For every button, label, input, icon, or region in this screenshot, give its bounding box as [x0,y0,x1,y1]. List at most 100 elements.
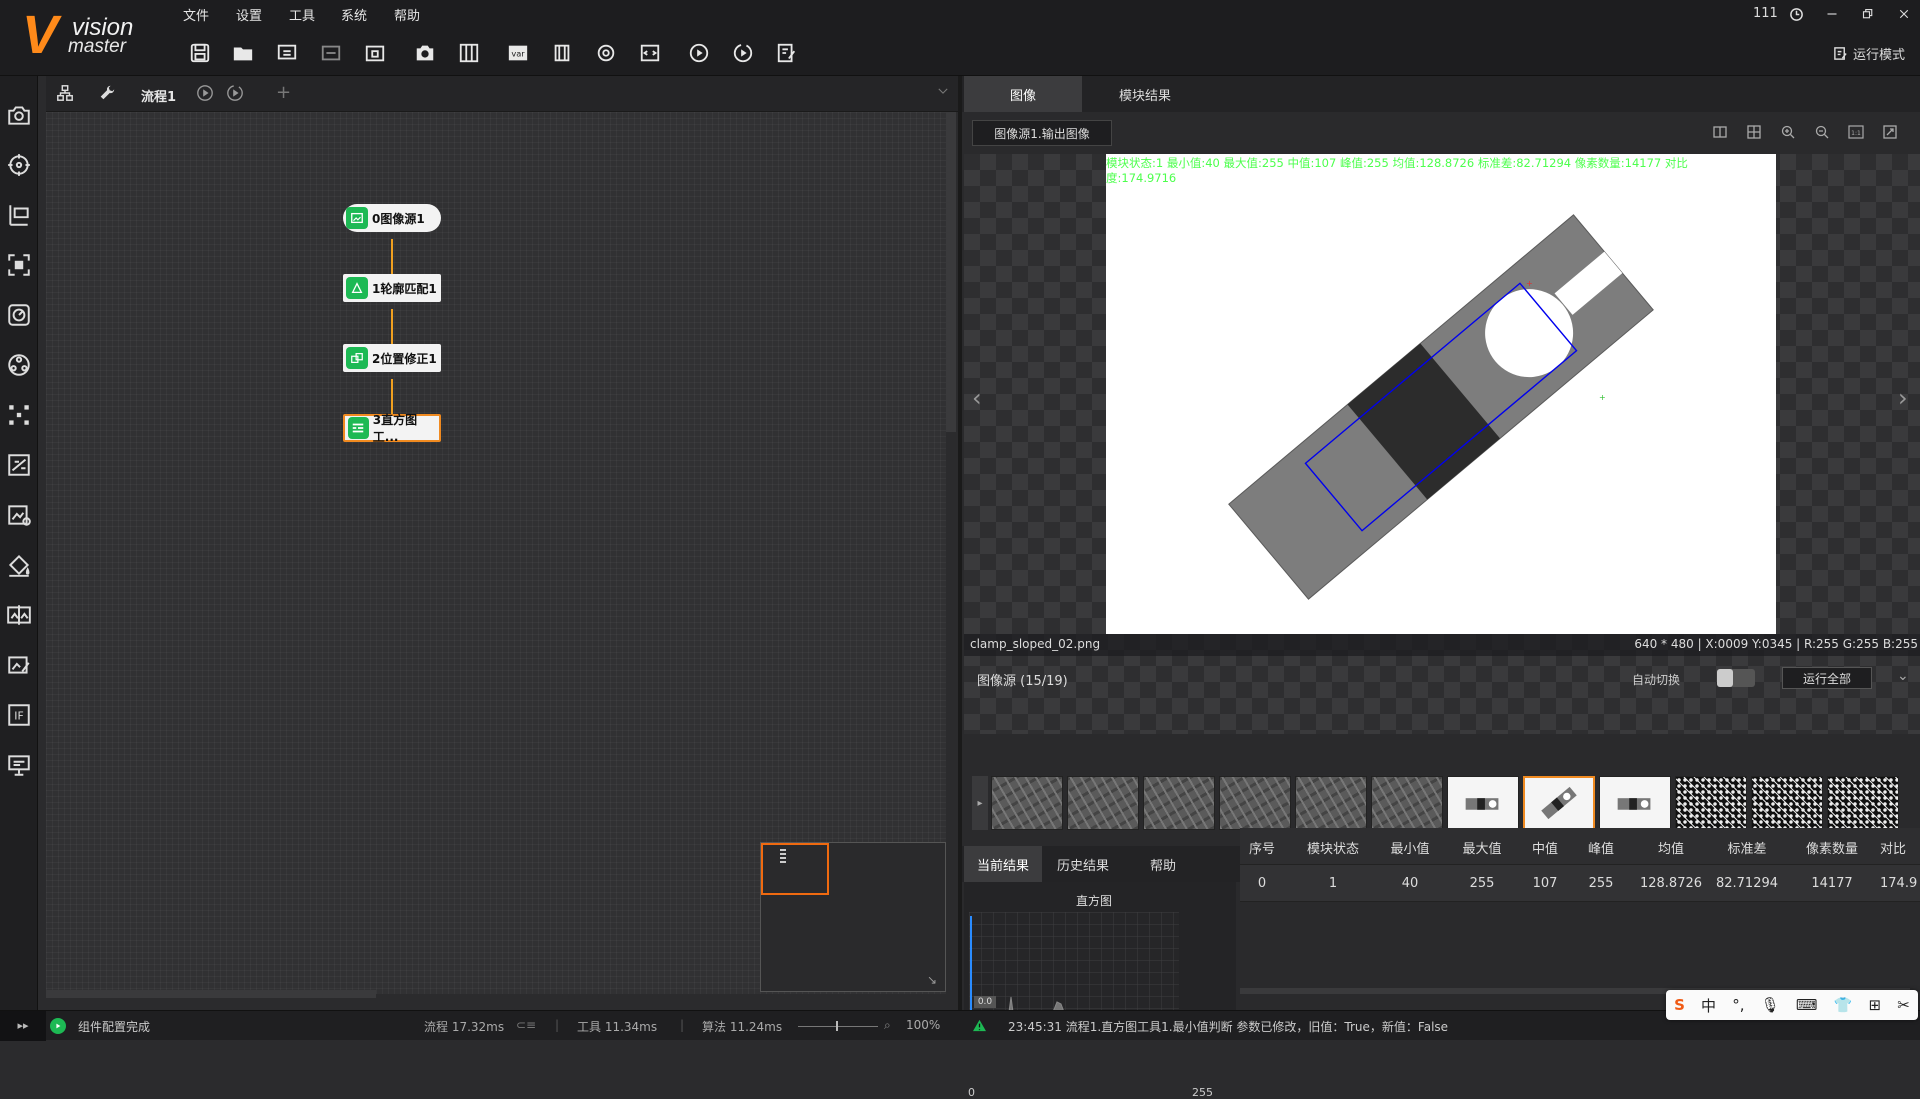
thumbnail[interactable] [1599,776,1671,830]
zoom-search-icon[interactable]: ⌕ [884,1018,891,1033]
tab-history-result[interactable]: 历史结果 [1044,846,1122,882]
controller-icon[interactable] [455,40,483,66]
export-icon[interactable] [317,40,345,66]
horizontal-scrollbar[interactable] [46,990,376,998]
ime-tools-icon[interactable]: ✂ [1897,996,1910,1014]
restore-icon[interactable] [1855,4,1881,24]
expand-corner-icon[interactable]: ↘ [927,973,937,987]
flow-node-position-fix[interactable]: 2位置修正1 [343,344,441,372]
filmstrip-chevron-icon[interactable]: ⌄ [1897,668,1909,684]
flow-tree-icon[interactable] [56,84,74,106]
next-image-icon[interactable]: › [1898,384,1908,412]
thumbnail[interactable] [991,776,1063,830]
filmstrip-left-arrow[interactable]: ▸ [972,776,988,830]
thumbnail[interactable] [1447,776,1519,830]
run-all-button[interactable]: 运行全部 [1782,667,1872,689]
logic-if-icon[interactable]: IF [4,700,34,730]
wrench-icon[interactable] [98,84,116,106]
thumbnail-selected[interactable] [1523,776,1595,830]
image-process-icon[interactable] [4,450,34,480]
ime-chinese-mode[interactable]: 中 [1701,995,1716,1016]
variable-icon[interactable]: var [504,40,532,66]
menu-tools[interactable]: 工具 [289,5,315,24]
image-canvas[interactable]: + + 模块状态:1 最小值:40 最大值:255 中值:107 峰值:255 … [1106,154,1776,634]
grid-view-icon[interactable] [1746,124,1762,140]
run-mode-button[interactable]: 运行模式 [1833,44,1905,63]
import-icon[interactable] [273,40,301,66]
flow-loop-icon[interactable] [226,84,244,106]
ime-keyboard-icon[interactable]: ⌨ [1796,996,1818,1014]
tab-help[interactable]: 帮助 [1124,846,1202,882]
locate-icon[interactable] [4,150,34,180]
ime-skin-icon[interactable]: 👕 [1834,996,1853,1014]
ime-punctuation-icon[interactable]: °, [1732,996,1744,1014]
run-loop-icon[interactable] [729,40,757,66]
flow-node-histogram[interactable]: 3直方图工... [343,413,441,444]
split-view-icon[interactable] [1712,124,1728,140]
thumbnail[interactable] [1219,776,1291,830]
comparison-icon[interactable] [4,350,34,380]
sidebar-expand-icon[interactable]: ▸▸ [0,1011,46,1041]
collapse-chevron-icon[interactable] [936,84,950,102]
fit-window-icon[interactable] [1882,124,1898,140]
thumbnail[interactable] [1827,776,1899,830]
clock-icon[interactable] [1783,4,1809,24]
flow-tab-label[interactable]: 流程1 [141,86,176,105]
flow-node-contour-match[interactable]: 1轮廓匹配1 [343,274,441,302]
flow-run-icon[interactable] [196,84,214,106]
minimize-icon[interactable] [1819,4,1845,24]
calibration-icon[interactable] [4,300,34,330]
script-icon[interactable] [636,40,664,66]
vertical-scrollbar[interactable] [946,112,956,432]
minimap-viewport[interactable] [761,843,829,895]
zoom-slider[interactable] [798,1021,878,1031]
paint-bucket-icon[interactable] [4,550,34,580]
tab-image[interactable]: 图像 [964,76,1082,112]
defect-detect-icon[interactable] [4,500,34,530]
thumbnail[interactable] [1067,776,1139,830]
minimap[interactable]: ↘ [760,842,946,992]
menu-help[interactable]: 帮助 [394,5,420,24]
ime-apps-icon[interactable]: ⊞ [1869,996,1882,1014]
image-source-selector[interactable]: 图像源1.输出图像 [972,120,1112,146]
ime-microphone-icon[interactable]: 🎙 [1761,996,1780,1014]
thumbnail[interactable] [1371,776,1443,830]
thumbnail[interactable] [1751,776,1823,830]
thumbnail[interactable] [1675,776,1747,830]
image-edit-icon[interactable] [4,650,34,680]
communication-icon[interactable] [592,40,620,66]
menu-file[interactable]: 文件 [183,5,209,24]
open-folder-icon[interactable] [229,40,257,66]
flow-node-image-source[interactable]: 0图像源1 [343,204,441,232]
edit-report-icon[interactable] [773,40,801,66]
zoom-in-icon[interactable] [1780,124,1796,140]
actual-size-icon[interactable]: 1:1 [1848,124,1864,140]
auto-switch-toggle[interactable] [1717,669,1755,687]
zoom-out-icon[interactable] [1814,124,1830,140]
run-once-icon[interactable] [685,40,713,66]
color-process-icon[interactable] [4,400,34,430]
prev-image-icon[interactable]: ‹ [972,384,982,412]
add-flow-icon[interactable]: + [276,82,291,103]
menu-settings[interactable]: 设置 [236,5,262,24]
camera-icon[interactable] [411,40,439,66]
image-viewport[interactable]: + + 模块状态:1 最小值:40 最大值:255 中值:107 峰值:255 … [964,154,1920,734]
sogou-logo-icon[interactable]: S [1674,996,1685,1014]
tab-module-result[interactable]: 模块结果 [1086,76,1204,112]
save-icon[interactable] [186,40,214,66]
layout-icon[interactable] [548,40,576,66]
close-icon[interactable] [1891,4,1917,24]
image-compare-icon[interactable] [4,600,34,630]
table-row[interactable]: 0 1 40 255 107 255 128.8726 82.71294 141… [1240,864,1920,902]
recognition-icon[interactable] [4,250,34,280]
measure-icon[interactable] [4,200,34,230]
tab-current-result[interactable]: 当前结果 [964,846,1042,882]
thumbnail[interactable] [1295,776,1367,830]
ime-toolbar[interactable]: S 中 °, 🎙 ⌨ 👕 ⊞ ✂ [1666,990,1918,1020]
thumbnail[interactable] [1143,776,1215,830]
image-capture-icon[interactable] [4,100,34,130]
flow-canvas[interactable]: 0图像源1 1轮廓匹配1 2位置修正1 3直方图工... ↘ [46,112,956,998]
menu-system[interactable]: 系统 [341,5,367,24]
communication-tool-icon[interactable] [4,750,34,780]
lock-icon[interactable] [361,40,389,66]
